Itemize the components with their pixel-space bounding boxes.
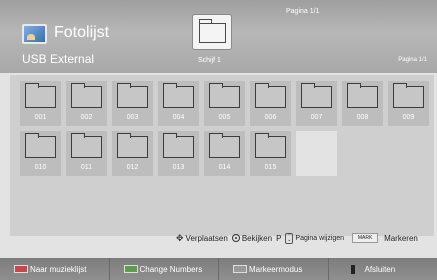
page-indicator-top: Pagina 1/1 — [286, 8, 320, 15]
hint-page-change: Pagina wijzigen — [295, 234, 345, 242]
folder-grid-area: 001 002 003 004 005 006 007 008 009 010 011 012 013 0… — [10, 75, 434, 236]
folder-label: 014 — [218, 164, 231, 171]
photo-frame-screen: Fotolijst USB External Schijf 1 Pagina 1… — [0, 0, 437, 280]
folder-icon — [209, 83, 240, 108]
folder-icon — [163, 83, 194, 108]
change-numbers-button[interactable]: Change Numbers — [108, 258, 218, 280]
folder-tile[interactable]: 009 — [388, 81, 429, 126]
folder-label: 002 — [80, 114, 93, 121]
music-list-label: Naar muzieklijst — [30, 264, 87, 274]
music-list-button[interactable]: Naar muzieklijst — [0, 258, 109, 280]
folder-tile[interactable]: 008 — [342, 81, 383, 126]
hint-mark: Markeren — [384, 233, 418, 243]
app-title: Fotolijst — [54, 24, 110, 41]
hint-view: Bekijken — [241, 233, 273, 243]
blue-key-icon — [350, 264, 355, 274]
exit-button[interactable]: Afsluiten — [327, 258, 437, 280]
folder-label: 007 — [310, 114, 323, 121]
folder-tile[interactable]: 006 — [250, 81, 291, 126]
folder-label: 011 — [80, 164, 93, 171]
empty-tile — [296, 131, 337, 176]
folder-icon — [25, 133, 56, 158]
arrows-icon: ✥ — [176, 232, 184, 243]
mark-mode-label: Markeermodus — [249, 264, 303, 274]
hint-move: Verplaatsen — [185, 233, 228, 243]
folder-icon — [25, 83, 56, 108]
folder-icon — [255, 83, 286, 108]
mark-mode-button[interactable]: Markeermodus — [218, 258, 328, 280]
folder-tile[interactable]: 011 — [66, 131, 107, 176]
folder-label: 010 — [34, 164, 47, 171]
folder-label: 004 — [172, 114, 185, 121]
folder-tile[interactable]: 003 — [112, 81, 153, 126]
yellow-key-icon — [233, 265, 247, 273]
folder-label: 012 — [126, 164, 139, 171]
folder-tile[interactable]: 010 — [20, 131, 61, 176]
folder-icon — [393, 83, 424, 108]
folder-icon — [71, 83, 102, 108]
navigation-hints: ✥ Verplaatsen Bekijken P ⌃ ⌄ Pagina wijzi… — [176, 231, 418, 245]
folder-icon — [117, 83, 148, 108]
folder-tile[interactable]: 002 — [66, 81, 107, 126]
ok-icon — [231, 234, 240, 242]
page-updown-icon: ⌃ ⌄ — [285, 232, 294, 244]
folder-label: 001 — [34, 114, 47, 121]
drive-button[interactable] — [192, 14, 232, 50]
folder-tile[interactable]: 007 — [296, 81, 337, 126]
folder-icon — [198, 19, 226, 43]
folder-label: 013 — [172, 164, 185, 171]
folder-label: 008 — [356, 114, 369, 121]
header-bar: Fotolijst USB External Schijf 1 Pagina 1… — [0, 0, 437, 73]
photo-app-icon — [22, 24, 47, 44]
red-key-icon — [14, 265, 28, 273]
folder-label: 003 — [126, 114, 139, 121]
folder-tile[interactable]: 001 — [20, 81, 61, 126]
mark-key-icon: MARK — [352, 233, 379, 243]
folder-icon — [347, 83, 378, 108]
folder-icon — [71, 133, 102, 158]
folder-tile[interactable]: 015 — [250, 131, 291, 176]
folder-label: 015 — [264, 164, 277, 171]
folder-tile[interactable]: 013 — [158, 131, 199, 176]
green-key-icon — [123, 265, 138, 273]
page-indicator-right: Pagina 1/1 — [398, 57, 427, 63]
folder-icon — [209, 133, 240, 158]
hint-page-prefix: P — [276, 233, 282, 243]
folder-icon — [301, 83, 332, 108]
folder-tile[interactable]: 005 — [204, 81, 245, 126]
folder-tile[interactable]: 012 — [112, 131, 153, 176]
folder-icon — [163, 133, 194, 158]
footer-bar: Naar muzieklijst Change Numbers Markeerm… — [0, 258, 437, 280]
folder-label: 006 — [264, 114, 277, 121]
folder-icon — [255, 133, 286, 158]
folder-tile[interactable]: 014 — [204, 131, 245, 176]
source-label: USB External — [22, 52, 95, 66]
folder-icon — [117, 133, 148, 158]
change-numbers-label: Change Numbers — [139, 264, 203, 274]
exit-label: Afsluiten — [364, 264, 396, 274]
folder-label: 009 — [402, 114, 415, 121]
folder-label: 005 — [218, 114, 231, 121]
folder-tile[interactable]: 004 — [158, 81, 199, 126]
drive-label: Schijf 1 — [198, 57, 221, 64]
